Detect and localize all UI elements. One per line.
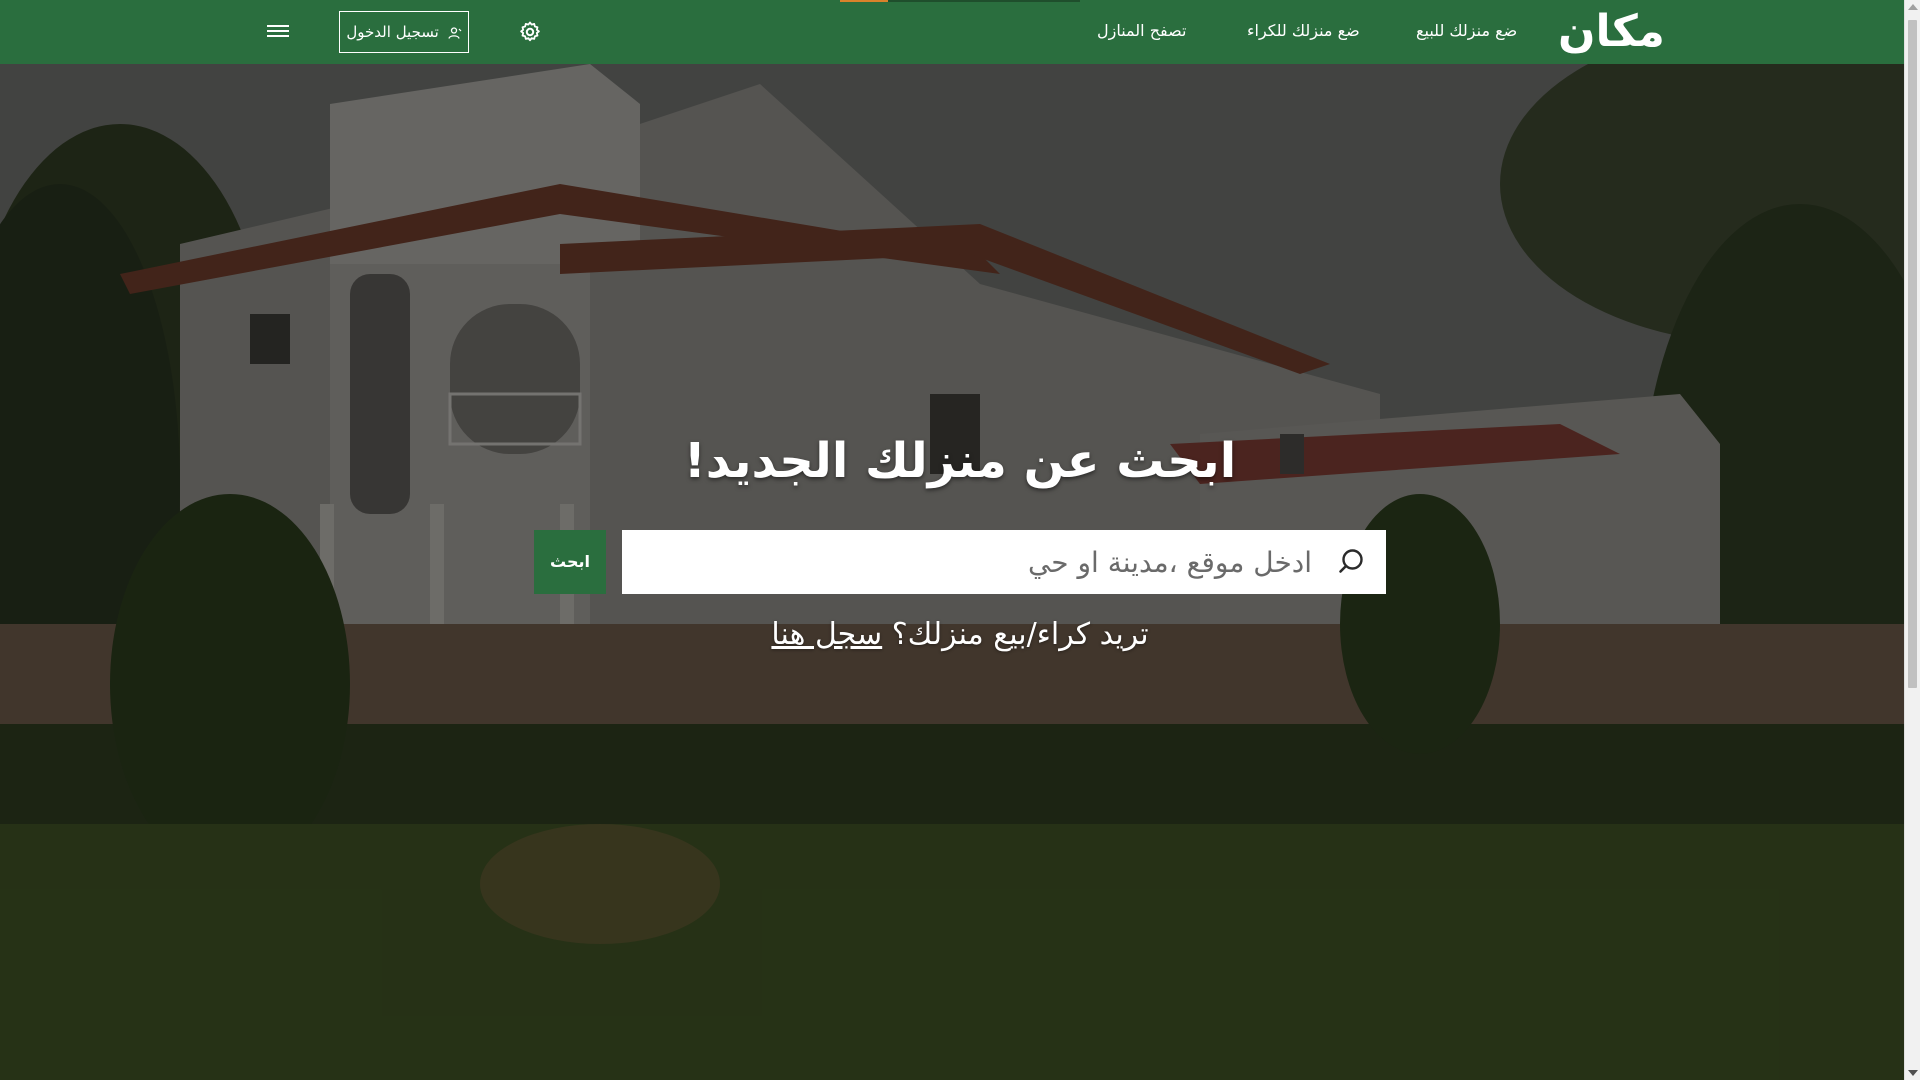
vertical-scrollbar[interactable] — [1904, 0, 1920, 1080]
register-here-link[interactable]: سجل هنا — [771, 617, 882, 652]
search-icon — [1339, 549, 1363, 573]
nav-link-sell-home[interactable]: ضع منزلك للبيع — [1416, 0, 1517, 64]
hero-title: ابحث عن منزلك الجديد! — [683, 433, 1237, 489]
page: مكان ضع منزلك للبيع ضع منزلك للكراء تصفح… — [0, 0, 1920, 1080]
login-button-label: تسجيل الدخول — [346, 23, 439, 41]
hamburger-line — [267, 35, 289, 37]
login-button[interactable]: تسجيل الدخول — [339, 11, 469, 53]
nav-link-rent-home[interactable]: ضع منزلك للكراء — [1247, 0, 1360, 64]
user-icon — [447, 26, 462, 39]
scroll-up-arrow-icon[interactable] — [1908, 4, 1918, 10]
search-input[interactable] — [622, 530, 1322, 594]
scrollbar-thumb[interactable] — [1908, 20, 1917, 688]
settings-button[interactable] — [518, 20, 542, 44]
hamburger-menu-button[interactable] — [266, 22, 290, 42]
gear-icon — [520, 21, 540, 42]
page-load-progress-bar — [840, 0, 1080, 2]
search-button[interactable]: ابحث — [534, 530, 606, 594]
hamburger-line — [267, 30, 289, 32]
hamburger-line — [267, 25, 289, 27]
scroll-down-arrow-icon[interactable] — [1908, 1070, 1918, 1076]
site-logo[interactable]: مكان — [1558, 2, 1665, 62]
register-prompt: تريد كراء/بيع منزلك؟ سجل هنا — [610, 612, 1310, 658]
top-navbar: مكان ضع منزلك للبيع ضع منزلك للكراء تصفح… — [0, 0, 1904, 64]
register-prompt-text: تريد كراء/بيع منزلك؟ — [891, 617, 1149, 652]
search-box — [622, 530, 1386, 594]
nav-link-browse-homes[interactable]: تصفح المنازل — [1097, 0, 1186, 64]
progress-fill — [840, 0, 888, 2]
